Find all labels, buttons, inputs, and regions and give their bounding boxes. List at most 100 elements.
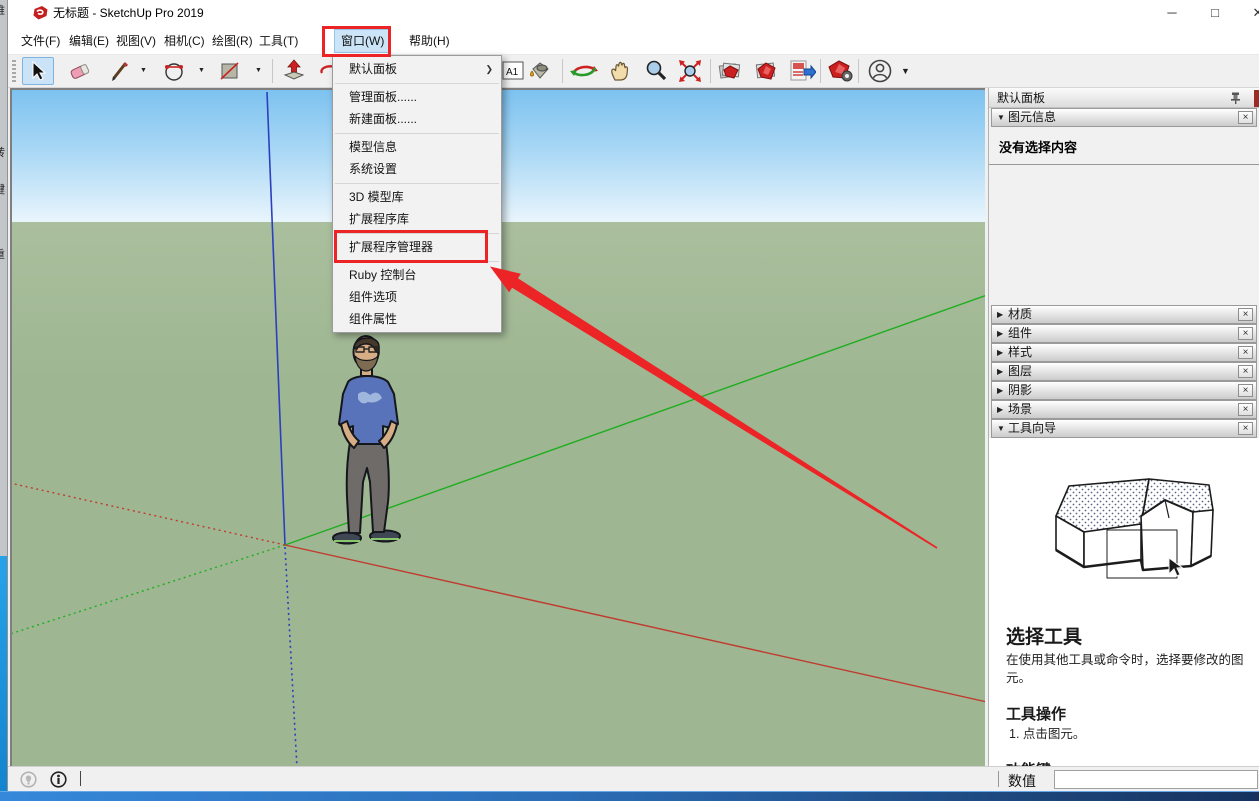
toolbar-separator <box>820 59 821 83</box>
pan-tool-button[interactable] <box>604 57 636 85</box>
instructor-text: 选择工具 在使用其他工具或命令时，选择要修改的图元。 工具操作 1. 点击图元。… <box>1006 622 1246 766</box>
menu-draw[interactable]: 绘图(R) <box>206 30 259 52</box>
dimension-a1-icon: A1 <box>501 59 525 83</box>
menu-camera[interactable]: 相机(C) <box>158 30 211 52</box>
pin-icon[interactable] <box>1230 92 1241 104</box>
close-section-icon[interactable]: × <box>1238 327 1253 340</box>
close-section-icon[interactable]: × <box>1238 111 1253 124</box>
instructor-modifier-title: 功能键 <box>1006 759 1246 766</box>
3d-warehouse-button[interactable] <box>714 57 746 85</box>
pan-hand-icon <box>608 59 632 83</box>
default-tray-panel: 默认面板 ▼图元信息 × 没有选择内容 ▶材质× ▶组件× ▶样式× ▶图层× … <box>988 88 1259 766</box>
close-section-icon[interactable]: × <box>1238 346 1253 359</box>
toolbar: ▼ ▼ ▼ A1 <box>8 55 1259 88</box>
geolocation-icon[interactable] <box>20 771 37 788</box>
push-pull-tool-button[interactable] <box>278 57 310 85</box>
background-text-fragment: 转 <box>0 144 5 160</box>
expand-arrow-icon[interactable]: ▼ <box>992 109 1008 126</box>
tray-section-layers[interactable]: ▶图层× <box>991 362 1257 381</box>
arc-tool-icon <box>162 59 186 83</box>
expand-arrow-icon[interactable]: ▶ <box>992 306 1008 323</box>
expand-arrow-icon[interactable]: ▼ <box>992 420 1008 437</box>
menu-item-default-tray[interactable]: 默认面板❯ <box>333 58 501 80</box>
menu-item-component-options[interactable]: 组件选项 <box>333 286 501 308</box>
account-button[interactable] <box>864 57 896 85</box>
expand-arrow-icon[interactable]: ▶ <box>992 325 1008 342</box>
3d-warehouse-icon <box>717 59 743 83</box>
menu-bar: 文件(F) 编辑(E) 视图(V) 相机(C) 绘图(R) 工具(T) 窗口(W… <box>8 27 1259 55</box>
select-tool-button[interactable] <box>22 57 54 85</box>
arc-tool-button[interactable] <box>158 57 190 85</box>
zoom-tool-button[interactable] <box>640 57 672 85</box>
entity-info-message: 没有选择内容 <box>989 128 1259 156</box>
rectangle-tool-button[interactable] <box>214 57 246 85</box>
tray-section-shadows[interactable]: ▶阴影× <box>991 381 1257 400</box>
credits-info-icon[interactable] <box>50 771 67 788</box>
scale-figure-person[interactable] <box>320 332 414 548</box>
close-section-icon[interactable]: × <box>1238 365 1253 378</box>
export-button[interactable] <box>786 57 818 85</box>
zoom-magnifier-icon <box>644 59 668 83</box>
maximize-button[interactable]: □ <box>1200 0 1230 27</box>
expand-arrow-icon[interactable]: ▶ <box>992 363 1008 380</box>
close-section-icon[interactable]: × <box>1238 422 1253 435</box>
tray-section-materials[interactable]: ▶材质× <box>991 305 1257 324</box>
expand-arrow-icon[interactable]: ▶ <box>992 382 1008 399</box>
tray-section-styles[interactable]: ▶样式× <box>991 343 1257 362</box>
select-cursor-icon <box>28 61 48 81</box>
minimize-button[interactable]: ─ <box>1157 0 1187 27</box>
account-caret-icon[interactable]: ▼ <box>901 66 910 76</box>
windows-taskbar-strip <box>0 791 1259 801</box>
zoom-extents-tool-button[interactable] <box>674 57 706 85</box>
menu-item-ruby-console[interactable]: Ruby 控制台 <box>333 264 501 286</box>
submenu-arrow-icon: ❯ <box>485 58 493 80</box>
instructor-description: 在使用其他工具或命令时，选择要修改的图元。 <box>1006 651 1246 687</box>
rectangle-tool-caret-icon[interactable]: ▼ <box>255 67 262 74</box>
orbit-icon <box>570 59 598 83</box>
close-section-icon[interactable]: × <box>1238 403 1253 416</box>
background-window-edge <box>1254 90 1259 107</box>
line-tool-button[interactable] <box>104 57 136 85</box>
measurement-input[interactable] <box>1054 770 1258 789</box>
menu-separator <box>335 133 499 134</box>
menu-help[interactable]: 帮助(H) <box>403 30 456 52</box>
paint-bucket-icon <box>527 59 553 83</box>
menu-file[interactable]: 文件(F) <box>15 30 66 52</box>
menu-item-preferences[interactable]: 系统设置 <box>333 158 501 180</box>
paint-bucket-tool-button[interactable] <box>524 57 556 85</box>
menu-item-extension-warehouse[interactable]: 扩展程序库 <box>333 208 501 230</box>
divider <box>989 164 1259 165</box>
rectangle-tool-icon <box>218 60 242 82</box>
tray-section-entity-info[interactable]: ▼图元信息 × <box>991 108 1257 127</box>
push-pull-icon <box>282 59 306 83</box>
menu-item-component-attributes[interactable]: 组件属性 <box>333 308 501 330</box>
tray-section-components[interactable]: ▶组件× <box>991 324 1257 343</box>
extension-manager-button[interactable] <box>824 57 856 85</box>
measurement-separator <box>998 771 999 787</box>
close-button[interactable]: ✕ <box>1243 0 1259 27</box>
menu-item-3d-warehouse[interactable]: 3D 模型库 <box>333 186 501 208</box>
menu-item-manage-trays[interactable]: 管理面板...... <box>333 86 501 108</box>
menu-view[interactable]: 视图(V) <box>110 30 162 52</box>
extension-warehouse-button[interactable] <box>750 57 782 85</box>
menu-tools[interactable]: 工具(T) <box>253 30 304 52</box>
toolbar-separator <box>858 59 859 83</box>
tray-section-instructor[interactable]: ▼工具向导× <box>991 419 1257 438</box>
menu-edit[interactable]: 编辑(E) <box>63 30 115 52</box>
status-text-cursor <box>80 771 81 786</box>
annotation-box-extension-manager <box>334 230 488 263</box>
expand-arrow-icon[interactable]: ▶ <box>992 401 1008 418</box>
eraser-tool-button[interactable] <box>64 57 96 85</box>
menu-item-model-info[interactable]: 模型信息 <box>333 136 501 158</box>
tray-section-scenes[interactable]: ▶场景× <box>991 400 1257 419</box>
close-section-icon[interactable]: × <box>1238 384 1253 397</box>
expand-arrow-icon[interactable]: ▶ <box>992 344 1008 361</box>
sketchup-window: 维 转 键 重 无标题 - SketchUp Pro 2019 ─ □ ✕ 文件… <box>0 0 1259 801</box>
toolbar-drag-handle[interactable] <box>12 60 16 82</box>
line-tool-caret-icon[interactable]: ▼ <box>140 67 147 74</box>
menu-item-new-tray[interactable]: 新建面板...... <box>333 108 501 130</box>
close-section-icon[interactable]: × <box>1238 308 1253 321</box>
orbit-tool-button[interactable] <box>568 57 600 85</box>
svg-text:A1: A1 <box>506 67 519 78</box>
arc-tool-caret-icon[interactable]: ▼ <box>198 67 205 74</box>
